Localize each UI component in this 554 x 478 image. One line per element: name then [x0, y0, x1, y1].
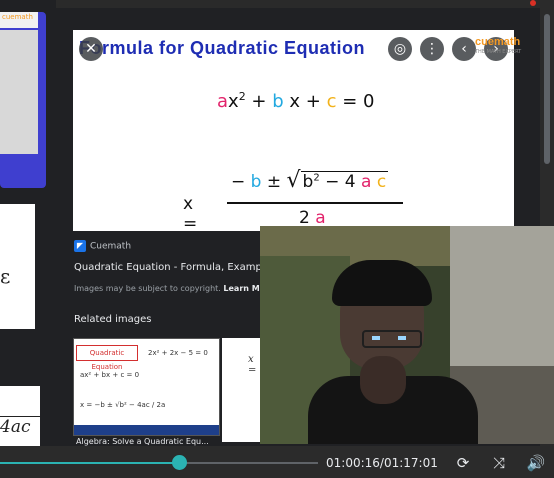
webcam-overlay [260, 226, 554, 444]
source-site[interactable]: ◤ Cuemath [74, 240, 131, 252]
learn-more-link[interactable]: Learn M [223, 284, 259, 293]
thumbnail-glyph: ε [0, 264, 11, 288]
related-image-heading: Quadratic Equation [76, 345, 138, 371]
preview-title: Formula for Quadratic Equation [79, 38, 366, 58]
top-edge-bar [56, 0, 540, 8]
standard-form-equation: ax2 + b x + c = 0 [217, 90, 375, 112]
related-images-heading: Related images [74, 314, 152, 325]
cuemath-tagline: THE MATH EXPERT [475, 49, 522, 55]
related-image-1[interactable]: Quadratic Equation 2x² + 2x − 5 = 0 ax² … [73, 338, 220, 436]
related-image-2[interactable]: x = [222, 338, 262, 442]
thumbnail-image [0, 30, 38, 154]
volume-icon[interactable]: 🔊 [526, 454, 546, 472]
seek-bar[interactable] [0, 462, 318, 464]
left-image-column: cuemath ε 4ac [0, 0, 56, 478]
shuffle-icon[interactable]: ⤨ [489, 454, 509, 472]
thumbnail-brand: cuemath [0, 12, 38, 28]
lens-icon[interactable]: ◎ [388, 37, 412, 61]
share-icon[interactable]: ⋮ [420, 37, 444, 61]
scrollbar-thumb[interactable] [544, 14, 550, 164]
seek-handle[interactable] [172, 455, 187, 470]
copyright-notice: Images may be subject to copyright. Lear… [74, 284, 260, 293]
image-preview[interactable]: Formula for Quadratic Equation ax2 + b x… [73, 30, 514, 231]
taskbar-strip [74, 425, 219, 435]
source-page-title[interactable]: Quadratic Equation - Formula, Examp [74, 262, 262, 273]
time-display: 01:00:16/01:17:01 [326, 456, 438, 470]
image-thumbnail[interactable]: 4ac [0, 386, 40, 446]
notification-dot [530, 0, 536, 6]
thumbnail-text: 4ac [0, 416, 40, 437]
seek-bar-progress [0, 462, 179, 464]
cuemath-logo: cuemath [475, 36, 521, 48]
image-thumbnail-selected[interactable]: cuemath [0, 12, 46, 188]
loop-icon[interactable]: ⟳ [453, 454, 473, 472]
video-player-controls: 01:00:16/01:17:01 ⟳ ⤨ 🔊 [0, 446, 554, 478]
source-site-name: Cuemath [90, 241, 132, 252]
site-favicon-icon: ◤ [74, 240, 86, 252]
related-image-caption[interactable]: Algebra: Solve a Quadratic Equ... [76, 437, 209, 446]
chevron-left-icon[interactable]: ‹ [452, 37, 476, 61]
close-icon[interactable]: ✕ [79, 37, 103, 61]
image-thumbnail[interactable]: ε [0, 204, 35, 329]
